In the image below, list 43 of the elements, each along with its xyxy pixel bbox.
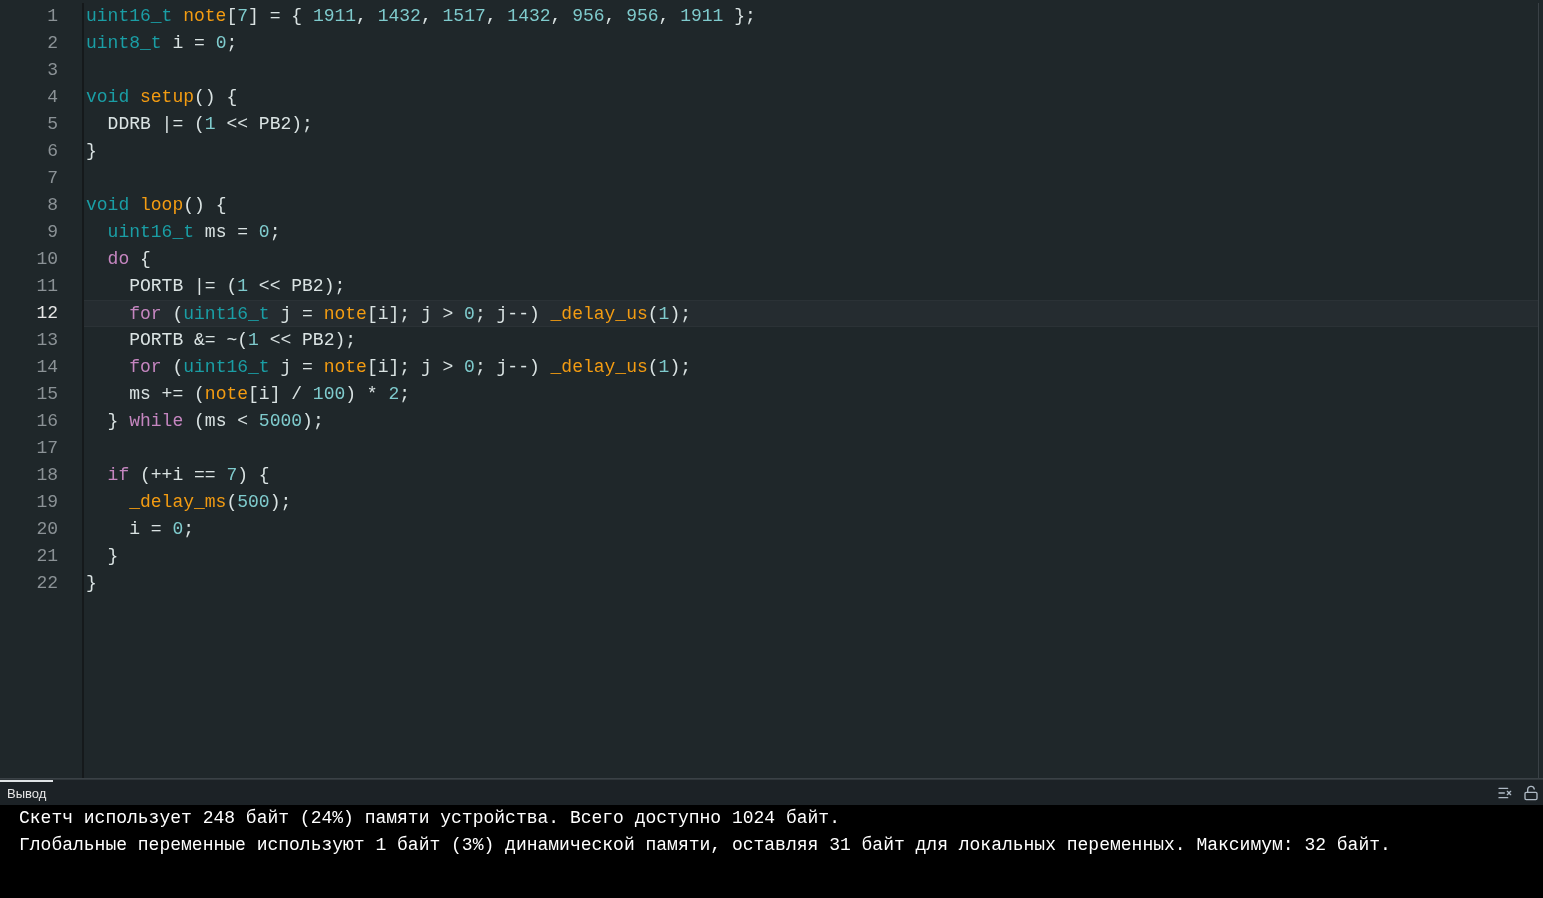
line-number: 3 bbox=[46, 59, 59, 82]
line-number: 7 bbox=[46, 167, 59, 190]
line-number: 1 bbox=[46, 5, 59, 28]
code-line: } bbox=[85, 572, 98, 595]
unlock-icon[interactable] bbox=[1523, 784, 1539, 801]
line-number: 22 bbox=[35, 572, 59, 595]
code-line: ms += (note[i] / 100) * 2; bbox=[128, 383, 412, 406]
code-line: uint8_t i = 0; bbox=[85, 32, 239, 55]
code-line: if (++i == 7) { bbox=[106, 464, 271, 487]
line-number: 19 bbox=[35, 491, 59, 514]
code-line: } bbox=[85, 140, 98, 163]
line-number: 6 bbox=[46, 140, 59, 163]
line-number: 10 bbox=[35, 248, 59, 271]
line-number: 4 bbox=[46, 86, 59, 109]
code-line: } bbox=[106, 545, 120, 568]
line-number: 13 bbox=[35, 329, 59, 352]
line-number: 15 bbox=[35, 383, 59, 406]
code-line: do { bbox=[106, 248, 152, 271]
line-number: 21 bbox=[35, 545, 59, 568]
code-line: PORTB &= ~(1 << PB2); bbox=[128, 329, 358, 352]
code-line: uint16_t note[7] = { 1911, 1432, 1517, 1432, 956, 956, 1911 }; bbox=[85, 5, 757, 28]
line-number: 9 bbox=[46, 221, 59, 244]
line-number: 16 bbox=[35, 410, 59, 433]
code-line: DDRB |= (1 << PB2); bbox=[106, 113, 314, 136]
line-number: 11 bbox=[35, 275, 59, 298]
output-line: Скетч использует 248 байт (24%) памяти устройства. Всего доступно 1024 байт. bbox=[19, 807, 841, 830]
code-line: void setup() { bbox=[85, 86, 239, 109]
line-number: 2 bbox=[46, 32, 59, 55]
code-line: PORTB |= (1 << PB2); bbox=[128, 275, 347, 298]
line-number: 5 bbox=[46, 113, 59, 136]
code-line: uint16_t ms = 0; bbox=[106, 221, 282, 244]
output-line: Глобальные переменные используют 1 байт (3%) динамической памяти, оставляя 31 байт для локальных переменных. Максимум: 32 байт. bbox=[19, 834, 1392, 857]
code-line: i = 0; bbox=[128, 518, 196, 541]
code-line: _delay_ms(500); bbox=[128, 491, 293, 514]
line-number: 12 bbox=[35, 302, 59, 325]
line-number: 14 bbox=[35, 356, 59, 379]
line-number: 18 bbox=[35, 464, 59, 487]
line-number: 17 bbox=[35, 437, 59, 460]
code-line: } while (ms < 5000); bbox=[106, 410, 325, 433]
line-number: 20 bbox=[35, 518, 59, 541]
code-line: void loop() { bbox=[85, 194, 228, 217]
code-line: for (uint16_t j = note[i]; j > 0; j--) _delay_us(1); bbox=[128, 356, 692, 379]
line-number: 8 bbox=[46, 194, 59, 217]
